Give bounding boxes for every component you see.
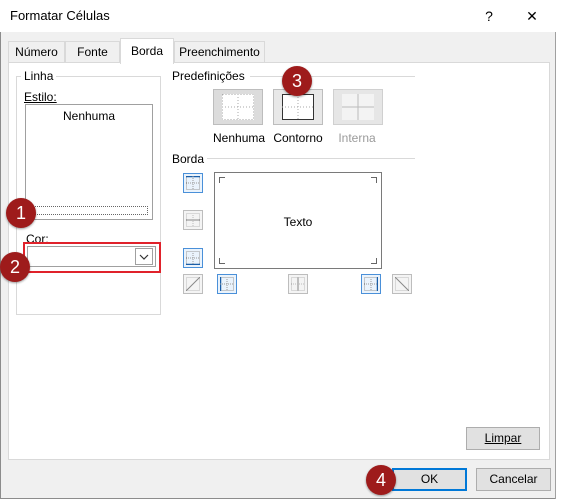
- preset-none-label: Nenhuma: [213, 131, 266, 145]
- clear-button-label: Limpar: [484, 431, 522, 445]
- predefinicoes-label: Predefinições: [169, 69, 248, 83]
- clear-button[interactable]: Limpar: [466, 427, 540, 450]
- chevron-down-icon[interactable]: [135, 248, 153, 265]
- border-bottom-icon: [186, 251, 200, 265]
- tab-borda[interactable]: Borda: [120, 38, 174, 64]
- border-inner-vertical-icon: [291, 277, 305, 291]
- preset-none-button[interactable]: [213, 89, 263, 125]
- tab-numero[interactable]: Número: [8, 41, 65, 63]
- style-selection-focus: [30, 206, 148, 215]
- preset-outline-icon: [282, 94, 314, 120]
- border-inner-horizontal-icon: [186, 213, 200, 227]
- border-diagonal-down-button[interactable]: [392, 274, 412, 294]
- border-diagonal-up-icon: [186, 277, 200, 291]
- estilo-label: Estilo:: [24, 90, 57, 104]
- linha-group-label: Linha: [21, 69, 57, 83]
- annotation-badge-4: 4: [366, 465, 396, 495]
- estilo-label-text: Estilo:: [24, 90, 57, 104]
- border-top-icon: [186, 176, 200, 190]
- border-left-icon: [220, 277, 234, 291]
- dialog-title: Formatar Células: [10, 8, 110, 23]
- preset-inside-button[interactable]: [333, 89, 383, 125]
- preview-text: Texto: [283, 215, 313, 229]
- border-inner-horizontal-button[interactable]: [183, 210, 203, 230]
- preset-inside-label: Interna: [338, 131, 376, 145]
- preview-corner-bl: [219, 258, 225, 264]
- border-bottom-button[interactable]: [183, 248, 203, 268]
- ok-button[interactable]: OK: [392, 468, 467, 491]
- preset-inside-icon: [342, 94, 374, 120]
- border-right-icon: [364, 277, 378, 291]
- border-left-button[interactable]: [217, 274, 237, 294]
- tab-preenchimento[interactable]: Preenchimento: [174, 41, 265, 63]
- annotation-badge-2: 2: [0, 252, 30, 282]
- close-button[interactable]: ✕: [522, 6, 542, 26]
- background-sheet-strip: [555, 32, 561, 499]
- preview-corner-tr: [371, 177, 377, 183]
- border-inner-vertical-button[interactable]: [288, 274, 308, 294]
- annotation-badge-3: 3: [282, 66, 312, 96]
- border-diagonal-down-icon: [395, 277, 409, 291]
- annotation-badge-1: 1: [6, 198, 36, 228]
- border-diagonal-up-button[interactable]: [183, 274, 203, 294]
- cancel-button[interactable]: Cancelar: [476, 468, 551, 491]
- preset-none-icon: [222, 94, 254, 120]
- help-button[interactable]: ?: [479, 6, 499, 26]
- borda-separator: [207, 158, 415, 159]
- tab-fonte[interactable]: Fonte: [65, 41, 120, 63]
- preview-corner-br: [371, 258, 377, 264]
- borda-label: Borda: [169, 152, 208, 166]
- predefinicoes-separator: [250, 76, 415, 77]
- border-right-button[interactable]: [361, 274, 381, 294]
- border-top-button[interactable]: [183, 173, 203, 193]
- preset-outline-label: Contorno: [273, 131, 323, 145]
- preview-corner-tl: [219, 177, 225, 183]
- style-none-option[interactable]: Nenhuma: [25, 109, 153, 123]
